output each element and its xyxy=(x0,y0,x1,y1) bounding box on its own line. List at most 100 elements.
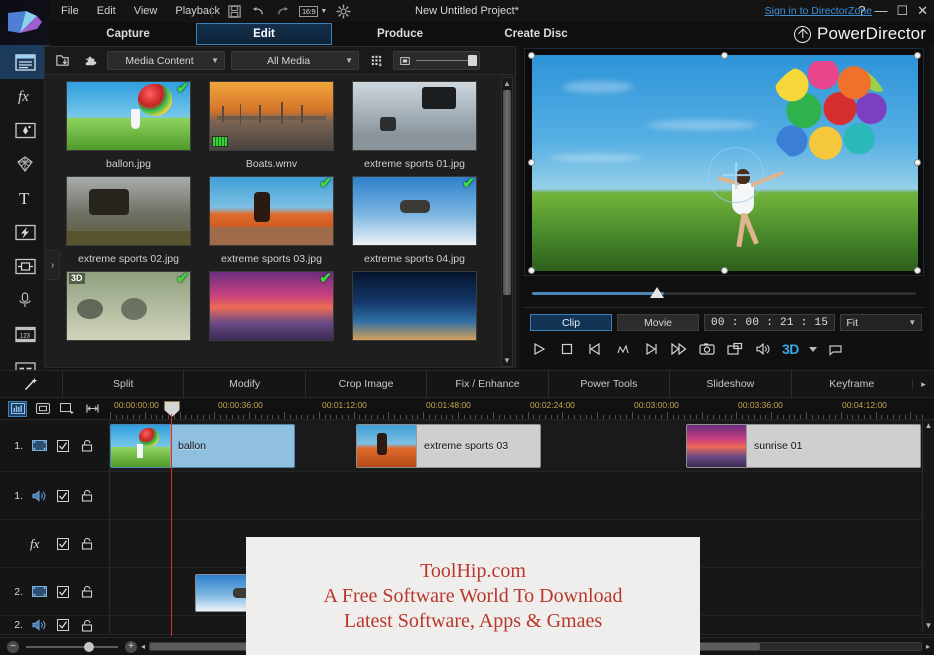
storyboard-view-icon[interactable] xyxy=(33,401,52,417)
media-filter-dropdown[interactable]: All Media ▼ xyxy=(231,51,359,70)
content-filter-dropdown[interactable]: Media Content ▼ xyxy=(107,51,225,70)
track-header[interactable]: 1. xyxy=(0,420,110,471)
add-media-plus-icon[interactable] xyxy=(708,147,764,203)
timeline-vertical-scrollbar[interactable]: ▲ ▼ xyxy=(922,420,934,632)
track-lock-icon[interactable] xyxy=(79,537,95,551)
close-button[interactable]: ✕ xyxy=(917,0,928,22)
function-fix-enhance[interactable]: Fix / Enhance xyxy=(426,370,547,398)
play-icon[interactable] xyxy=(530,340,548,358)
grid-view-icon[interactable] xyxy=(365,51,387,71)
timeline-ruler[interactable]: 00:00:00:00 00:00:36:00 00:01:12:00 00:0… xyxy=(110,398,934,420)
preview-stage[interactable] xyxy=(524,48,924,276)
3d-mode-button[interactable]: 3D xyxy=(782,341,799,357)
tab-edit[interactable]: Edit xyxy=(196,23,332,45)
media-thumbnail[interactable]: ✔ xyxy=(209,271,334,341)
media-item[interactable]: 3D ✔ xyxy=(57,271,200,341)
undo-icon[interactable] xyxy=(251,4,266,19)
volume-icon[interactable] xyxy=(754,340,772,358)
video-track-icon[interactable] xyxy=(31,585,47,599)
maximize-button[interactable]: ☐ xyxy=(896,0,908,22)
preview-window-icon[interactable] xyxy=(726,340,744,358)
resize-handle-middle-right[interactable] xyxy=(914,159,921,166)
fit-dropdown[interactable]: Fit ▼ xyxy=(840,314,923,331)
resize-handle-top-left[interactable] xyxy=(528,52,535,59)
help-button[interactable]: ? xyxy=(858,0,865,22)
sidebar-item-chapter-room[interactable]: 123 xyxy=(0,317,50,351)
audio-track-icon[interactable] xyxy=(31,489,47,503)
stop-icon[interactable] xyxy=(558,340,576,358)
scroll-down-arrow[interactable]: ▼ xyxy=(502,355,512,366)
sidebar-item-effect-room[interactable]: fx xyxy=(0,79,50,113)
scroll-down-arrow[interactable]: ▼ xyxy=(923,620,934,632)
library-scrollbar[interactable]: ▲ ▼ xyxy=(501,77,513,367)
menu-edit[interactable]: Edit xyxy=(88,0,125,22)
magic-tools-icon[interactable] xyxy=(0,376,62,392)
sidebar-item-audio-mixing-room[interactable] xyxy=(0,249,50,283)
previous-frame-icon[interactable] xyxy=(586,340,604,358)
function-more-button[interactable]: ▸ xyxy=(911,378,934,390)
audio-track-icon[interactable] xyxy=(31,618,47,632)
clip-mode-button[interactable]: Clip xyxy=(530,314,612,331)
tab-capture[interactable]: Capture xyxy=(60,23,196,45)
media-item[interactable]: extreme sports 02.jpg xyxy=(57,176,200,265)
slider-track[interactable] xyxy=(416,55,477,66)
resize-handle-bottom-right[interactable] xyxy=(914,267,921,274)
resize-handle-bottom-left[interactable] xyxy=(528,267,535,274)
track-visibility-checkbox[interactable] xyxy=(55,585,71,599)
settings-gear-icon[interactable] xyxy=(336,4,351,19)
media-thumbnail[interactable]: ✔ xyxy=(209,176,334,246)
aspect-ratio-selector[interactable]: 16:9 ▼ xyxy=(299,5,327,17)
sidebar-item-title-room[interactable]: T xyxy=(0,181,50,215)
function-modify[interactable]: Modify xyxy=(183,370,304,398)
snapshot-camera-icon[interactable] xyxy=(698,340,716,358)
freeform-icon[interactable] xyxy=(827,340,845,358)
track-lock-icon[interactable] xyxy=(79,585,95,599)
media-item[interactable]: ✔ extreme sports 04.jpg xyxy=(343,176,486,265)
track-header[interactable]: 2. xyxy=(0,616,110,634)
sidebar-expand-button[interactable]: › xyxy=(46,250,60,280)
track-manager-icon[interactable] xyxy=(58,401,77,417)
media-thumbnail[interactable]: 3D ✔ xyxy=(66,271,191,341)
scroll-up-arrow[interactable]: ▲ xyxy=(923,420,934,432)
resize-handle-middle-left[interactable] xyxy=(528,159,535,166)
media-item[interactable]: ✔ xyxy=(200,271,343,341)
timeline-clip[interactable]: ballon xyxy=(110,424,295,468)
track-lane[interactable] xyxy=(110,472,934,519)
media-item[interactable]: ✔ extreme sports 03.jpg xyxy=(200,176,343,265)
track-header[interactable]: fx xyxy=(0,520,110,567)
scrubber-track[interactable] xyxy=(532,292,916,295)
sync-tracks-icon[interactable] xyxy=(83,401,102,417)
function-slideshow[interactable]: Slideshow xyxy=(669,370,790,398)
media-thumbnail[interactable] xyxy=(66,176,191,246)
menu-file[interactable]: File xyxy=(52,0,88,22)
scroll-left-arrow[interactable]: ◂ xyxy=(141,642,145,651)
scrubber-handle[interactable] xyxy=(650,287,664,298)
track-visibility-checkbox[interactable] xyxy=(55,439,71,453)
track-visibility-checkbox[interactable] xyxy=(55,489,71,503)
video-track-icon[interactable] xyxy=(31,439,47,453)
media-thumbnail[interactable] xyxy=(352,271,477,341)
media-thumbnail[interactable] xyxy=(352,81,477,151)
track-header[interactable]: 2. xyxy=(0,568,110,615)
track-header[interactable]: 1. xyxy=(0,472,110,519)
media-thumbnail[interactable]: ✔ xyxy=(352,176,477,246)
timeline-clip[interactable]: sunrise 01 xyxy=(686,424,921,468)
function-keyframe[interactable]: Keyframe xyxy=(790,370,912,398)
zoom-slider-track[interactable] xyxy=(26,641,118,652)
function-power-tools[interactable]: Power Tools xyxy=(547,370,669,398)
thumbnail-size-slider[interactable] xyxy=(393,51,480,70)
resize-handle-top-right[interactable] xyxy=(914,52,921,59)
sidebar-item-voice-over-room[interactable] xyxy=(0,283,50,317)
fx-track-icon[interactable]: fx xyxy=(27,536,47,551)
menu-view[interactable]: View xyxy=(125,0,167,22)
tab-produce[interactable]: Produce xyxy=(332,23,468,45)
zoom-out-button[interactable]: − xyxy=(7,640,19,653)
sign-in-link[interactable]: Sign in to DirectorZone xyxy=(765,0,872,22)
media-item[interactable]: ✔ ballon.jpg xyxy=(57,81,200,170)
media-thumbnail[interactable]: ✔ xyxy=(66,81,191,151)
import-media-icon[interactable] xyxy=(51,51,73,71)
next-frame-icon[interactable] xyxy=(642,340,660,358)
sidebar-item-transition-room[interactable] xyxy=(0,215,50,249)
function-split[interactable]: Split xyxy=(62,370,183,398)
media-item[interactable] xyxy=(343,271,486,341)
